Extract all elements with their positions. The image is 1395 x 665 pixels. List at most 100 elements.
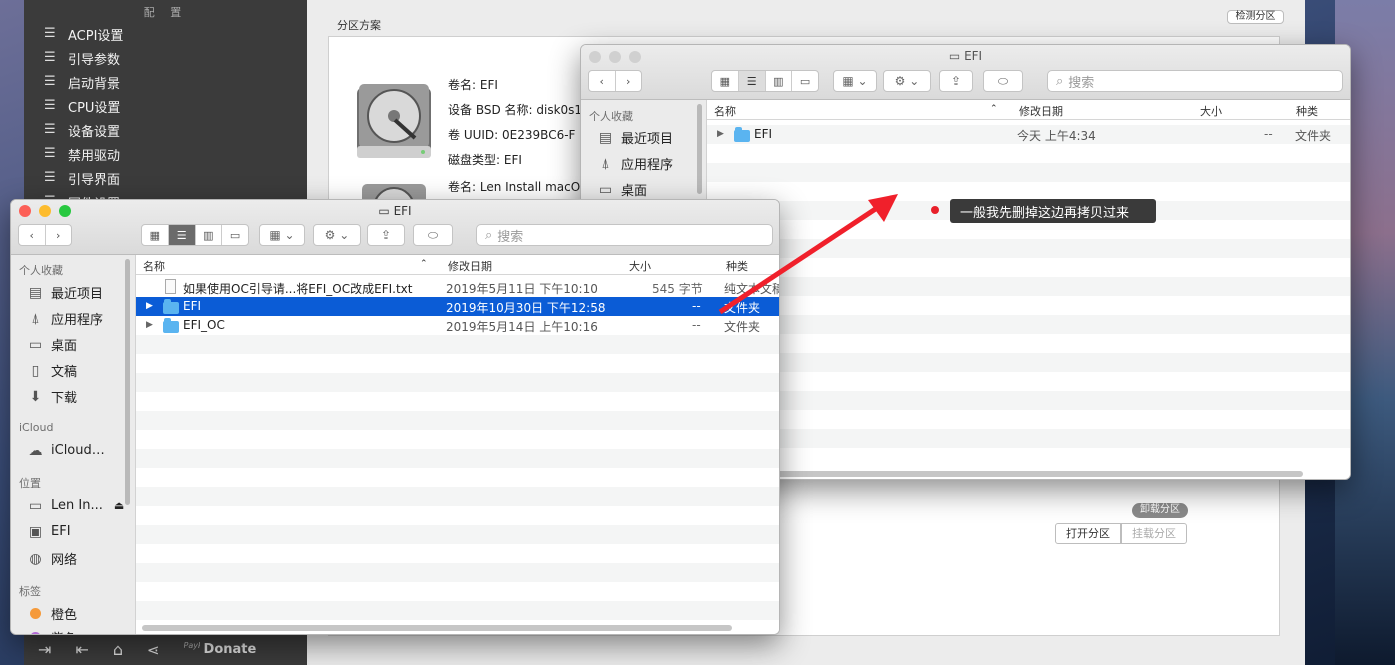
- sidebar-item-applications[interactable]: ⍋ 应用程序: [597, 154, 673, 174]
- search-field[interactable]: ⌕ 搜索: [1047, 70, 1343, 92]
- home-icon[interactable]: ⌂: [113, 640, 123, 659]
- list-view-icon[interactable]: ☰: [168, 225, 196, 245]
- sidebar-scrollbar[interactable]: [125, 259, 130, 505]
- empty-row: [136, 335, 779, 354]
- horizontal-scrollbar[interactable]: [769, 471, 1303, 477]
- mount-partition-button[interactable]: 挂载分区: [1121, 523, 1187, 544]
- partition-heading: 分区方案: [337, 19, 381, 32]
- share-icon: ⇪: [950, 74, 962, 88]
- download-icon: ⬇: [29, 388, 42, 405]
- export-icon[interactable]: ⇥: [38, 640, 51, 659]
- sidebar-item-icloud-drive[interactable]: ☁ iCloud…: [27, 442, 105, 459]
- bsd-name: 设备 BSD 名称: disk0s1: [448, 103, 583, 117]
- sidebar-item-tag-purple[interactable]: 紫色: [27, 628, 77, 634]
- sort-up-icon: ⌃: [990, 104, 998, 114]
- group-icon: ▦ ⌄: [842, 74, 868, 88]
- desktop-icon: ▭: [28, 336, 43, 353]
- sidebar-item-install-disk[interactable]: ▭ Len In... ⏏: [27, 497, 124, 514]
- file-list: 名称 ⌃ 修改日期 大小 种类 如果使用OC引导请...将EFI_OC改成EFI…: [136, 255, 779, 634]
- eject-icon[interactable]: ⏏: [114, 499, 124, 512]
- tag-button[interactable]: ⬭: [413, 224, 453, 246]
- detect-partition-button[interactable]: 检测分区: [1227, 10, 1284, 24]
- action-button[interactable]: ⚙ ⌄: [883, 70, 931, 92]
- list-icon: ☰: [44, 122, 56, 137]
- tag-button[interactable]: ⬭: [983, 70, 1023, 92]
- volume-name: 卷名: EFI: [448, 78, 498, 92]
- list-icon: ☰: [44, 170, 56, 185]
- action-button[interactable]: ⚙ ⌄: [313, 224, 361, 246]
- group-icon: ▦ ⌄: [269, 228, 295, 242]
- table-row[interactable]: ▶ EFI_OC 2019年5月14日 上午10:16 -- 文件夹: [136, 316, 779, 335]
- list-icon: ☰: [44, 146, 56, 161]
- sidebar-item-efi[interactable]: ▣ EFI: [27, 523, 71, 540]
- import-icon[interactable]: ⇤: [75, 640, 88, 659]
- sidebar-item-recents[interactable]: ▤ 最近项目: [27, 283, 103, 303]
- gallery-view-icon[interactable]: ▭: [222, 225, 248, 245]
- gear-icon: ⚙ ⌄: [894, 74, 920, 88]
- group-button[interactable]: ▦ ⌄: [259, 224, 305, 246]
- tag-icon: ⬭: [427, 227, 439, 242]
- unmount-partition-button[interactable]: 卸载分区: [1132, 503, 1188, 518]
- cloud-icon: ☁: [28, 442, 43, 459]
- sidebar-item-boot-background[interactable]: ☰ 启动背景: [44, 71, 120, 93]
- red-arrow: [718, 194, 898, 315]
- group-button[interactable]: ▦ ⌄: [833, 70, 877, 92]
- column-modified[interactable]: 修改日期: [448, 258, 492, 274]
- column-name[interactable]: 名称: [714, 103, 736, 119]
- table-row-selected[interactable]: ▶ EFI 2019年10月30日 下午12:58 -- 文件夹: [136, 297, 779, 316]
- share-button[interactable]: ⇪: [367, 224, 405, 246]
- sidebar-item-network[interactable]: ◍ 网络: [27, 549, 77, 569]
- forward-button[interactable]: ›: [46, 225, 72, 245]
- disclosure-triangle-icon[interactable]: ▶: [146, 301, 153, 311]
- sidebar-item-applications[interactable]: ⍋ 应用程序: [27, 309, 103, 329]
- column-name[interactable]: 名称: [143, 258, 165, 274]
- horizontal-scrollbar[interactable]: [142, 625, 732, 631]
- purple-tag-icon: [27, 629, 44, 634]
- column-size[interactable]: 大小: [1200, 103, 1222, 119]
- sidebar-item-devices[interactable]: ☰ 设备设置: [44, 119, 120, 141]
- table-row[interactable]: 如果使用OC引导请...将EFI_OC改成EFI.txt 2019年5月11日 …: [136, 278, 779, 297]
- forward-button[interactable]: ›: [616, 71, 642, 91]
- list-view-icon[interactable]: ☰: [738, 71, 766, 91]
- disclosure-triangle-icon[interactable]: ▶: [717, 129, 724, 139]
- sidebar-item-boot-args[interactable]: ☰ 引导参数: [44, 47, 120, 69]
- sidebar-item-acpi[interactable]: ☰ ACPI设置: [44, 23, 123, 45]
- back-button[interactable]: ‹: [19, 225, 46, 245]
- sidebar-section-favorites: 个人收藏: [19, 264, 63, 277]
- sidebar-item-documents[interactable]: ▯ 文稿: [27, 361, 77, 381]
- column-kind[interactable]: 种类: [1296, 103, 1318, 119]
- view-switcher: ▦ ☰ ▥ ▭: [711, 70, 819, 92]
- column-view-icon[interactable]: ▥: [196, 225, 223, 245]
- icon-view-icon[interactable]: ▦: [142, 225, 169, 245]
- sidebar-item-disabled-drivers[interactable]: ☰ 禁用驱动: [44, 143, 120, 165]
- finder-sidebar: 个人收藏 ▤ 最近项目 ⍋ 应用程序 ▭ 桌面 ▯ 文稿 ⬇ 下载 iCloud ☁ iCl…: [11, 255, 136, 634]
- back-button[interactable]: ‹: [589, 71, 616, 91]
- search-icon: ⌕: [1056, 73, 1064, 89]
- column-headers: 名称 ⌃ 修改日期 大小 种类: [707, 100, 1350, 120]
- sidebar-item-tag-orange[interactable]: 橙色: [27, 604, 77, 623]
- column-size[interactable]: 大小: [629, 258, 651, 274]
- sidebar-item-recents[interactable]: ▤ 最近项目: [597, 128, 673, 148]
- sidebar-item-boot-gui[interactable]: ☰ 引导界面: [44, 167, 120, 189]
- folder-icon: [163, 317, 179, 333]
- share-button[interactable]: ⇪: [939, 70, 973, 92]
- sidebar-item-downloads[interactable]: ⬇ 下载: [27, 387, 77, 407]
- gallery-view-icon[interactable]: ▭: [792, 71, 818, 91]
- open-partition-button[interactable]: 打开分区: [1055, 523, 1121, 544]
- icon-view-icon[interactable]: ▦: [712, 71, 739, 91]
- annotation-tooltip: 一般我先删掉这边再拷贝过来: [950, 199, 1156, 223]
- share-icon[interactable]: ⋖: [147, 641, 160, 659]
- volume-name: 卷名: Len Install macO: [448, 180, 581, 194]
- disclosure-triangle-icon[interactable]: ▶: [146, 320, 153, 330]
- column-modified[interactable]: 修改日期: [1019, 103, 1063, 119]
- table-row[interactable]: ▶ EFI 今天 上午4:34 -- 文件夹: [707, 125, 1350, 144]
- column-view-icon[interactable]: ▥: [766, 71, 793, 91]
- sidebar-item-cpu[interactable]: ☰ CPU设置: [44, 95, 120, 117]
- donate-button[interactable]: PayPalDonate: [184, 642, 257, 658]
- nav-buttons: ‹ ›: [18, 224, 72, 246]
- sidebar-item-desktop[interactable]: ▭ 桌面: [597, 180, 647, 200]
- network-icon: ◍: [29, 550, 42, 567]
- empty-row: [707, 353, 1350, 372]
- sidebar-header: 配 置: [143, 6, 188, 19]
- sidebar-item-desktop[interactable]: ▭ 桌面: [27, 335, 77, 355]
